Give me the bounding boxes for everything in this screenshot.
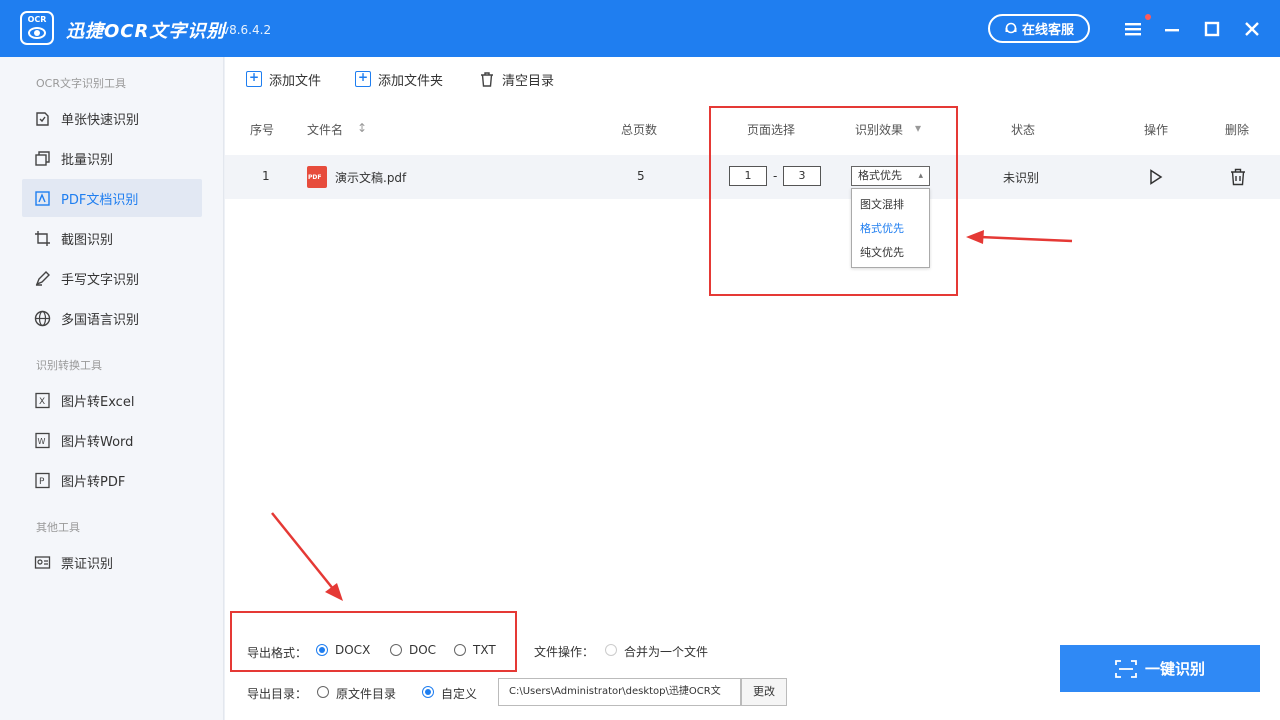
arrow-to-dropdown [966,230,1073,244]
annotation-arrows [271,230,1073,601]
app-window: OCR 迅捷OCR文字识别 v8.6.4.2 在线客服 OCR文字识别工具 单张… [0,0,1280,720]
arrow-to-export-format [271,512,343,601]
